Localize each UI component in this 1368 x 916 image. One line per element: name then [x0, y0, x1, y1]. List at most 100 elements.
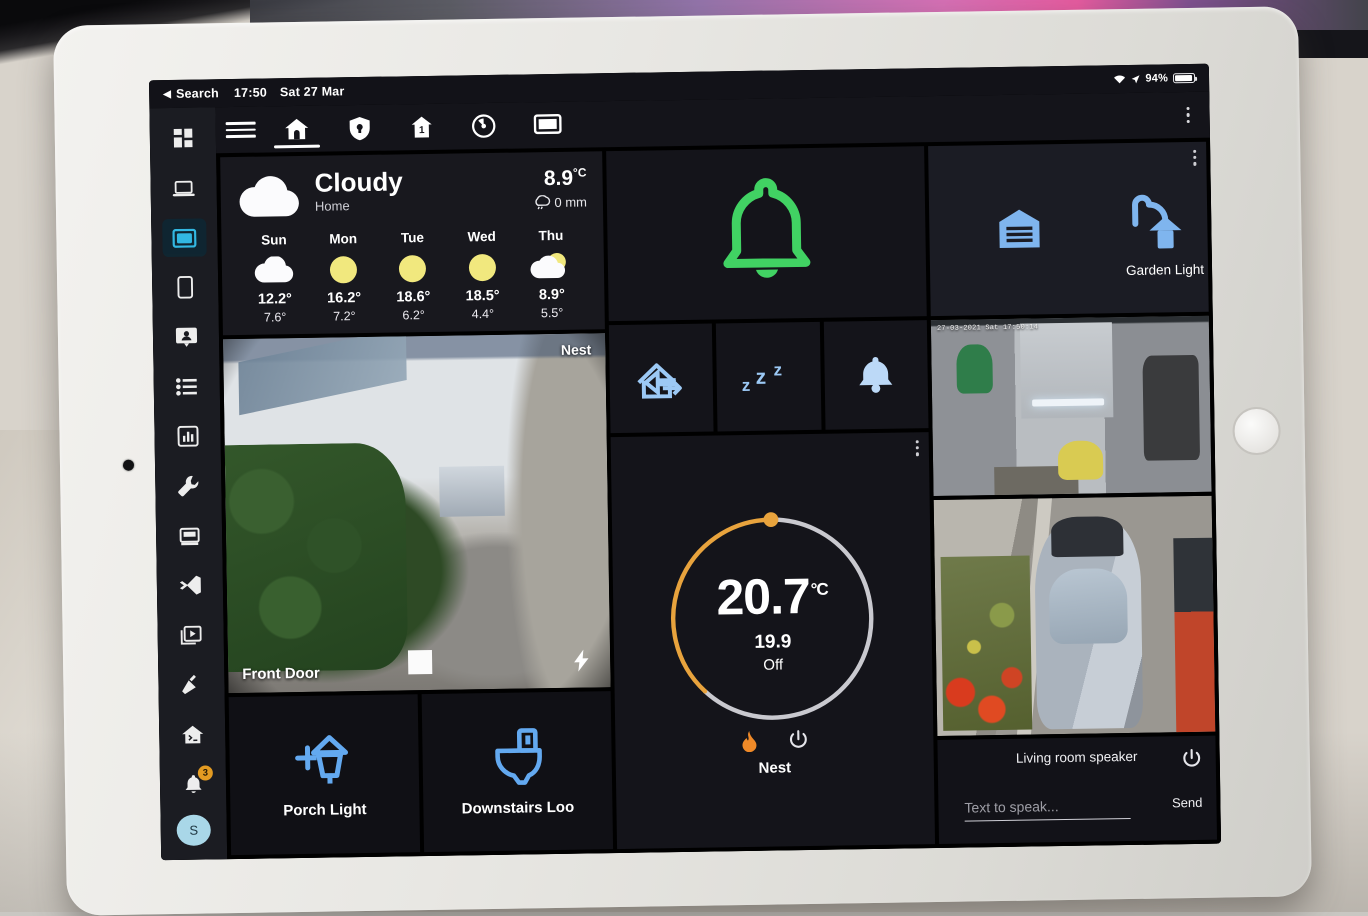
sidebar-item-developer-tools[interactable]	[169, 666, 214, 704]
driveway-camera-image	[933, 495, 1216, 737]
scene-buttons: z z z	[608, 320, 929, 434]
sidebar-item-tablet-dashboard[interactable]	[162, 218, 207, 258]
lightning-bolt-icon[interactable]	[573, 649, 590, 672]
dashboard-content: 1 Cloudy Home 8.9°C 0 mm Sun 12.2° 7.6° …	[215, 91, 1222, 860]
scene-button-doorbell-chime[interactable]	[823, 320, 929, 430]
dashboard-grid: Cloudy Home 8.9°C 0 mm Sun 12.2° 7.6° Mo…	[216, 137, 1222, 860]
bell-solid-icon	[856, 354, 897, 397]
sidebar-item-notifications[interactable]: 3	[171, 765, 216, 803]
speaker-card[interactable]: Living room speaker Send Text to speak..…	[937, 735, 1218, 845]
flame-icon[interactable]	[740, 729, 758, 752]
light-tile-porch-light[interactable]: Porch Light	[228, 694, 421, 856]
sidebar-item-media[interactable]	[168, 616, 213, 654]
svg-text:z: z	[742, 376, 751, 395]
forecast-low: 7.6°	[263, 310, 287, 325]
wall-lantern-icon	[293, 731, 356, 788]
top-bar-overflow-menu[interactable]	[1176, 101, 1200, 129]
garage-door-icon	[995, 204, 1044, 253]
alarm-card[interactable]	[606, 146, 927, 322]
target-temp-unit: °C	[810, 579, 828, 599]
doorbell-camera-card[interactable]: Nest Front Door	[223, 333, 611, 694]
light-tile-label: Downstairs Loo	[461, 798, 575, 818]
hacs-store-icon	[179, 527, 200, 545]
forecast-day-name: Sun	[261, 232, 287, 248]
tab-house-info[interactable]: 1	[403, 104, 440, 151]
svg-text:z: z	[773, 360, 782, 379]
sidebar: 3 S	[149, 107, 228, 861]
left-column: Cloudy Home 8.9°C 0 mm Sun 12.2° 7.6° Mo…	[220, 151, 614, 856]
garage-door-button[interactable]	[995, 204, 1044, 253]
forecast-day: Thu 8.9° 5.5°	[518, 228, 584, 321]
home-export-icon	[635, 356, 688, 401]
weather-forecast: Sun 12.2° 7.6° Mon 16.2° 7.2° Tue 18.6° …	[237, 227, 588, 325]
forecast-high: 18.6°	[396, 288, 431, 306]
light-tile-downstairs-loo[interactable]: Downstairs Loo	[421, 691, 614, 853]
thermostat-overflow-menu[interactable]	[915, 440, 919, 456]
sidebar-item-logbook[interactable]	[164, 368, 209, 406]
sun-icon	[380, 249, 446, 288]
tab-media[interactable]	[527, 102, 568, 149]
garage-camera-card[interactable]: 27-03-2021 Sat 17:50:14	[930, 315, 1212, 497]
forecast-low: 5.5°	[540, 305, 564, 321]
sun-icon	[449, 248, 515, 287]
sidebar-item-terminal-home[interactable]	[170, 715, 215, 753]
sidebar-item-contacts[interactable]	[164, 318, 209, 356]
house-number-icon: 1	[411, 116, 432, 138]
vscode-icon	[179, 576, 201, 596]
send-button[interactable]: Send	[1172, 795, 1203, 810]
status-back-label[interactable]: Search	[176, 86, 219, 101]
partly-cloudy-icon	[519, 247, 585, 286]
scene-button-sleep-mode[interactable]: z z z	[716, 321, 822, 432]
forecast-high: 16.2°	[326, 290, 362, 307]
right-top-overflow-menu[interactable]	[1192, 149, 1197, 166]
outdoor-lamp-icon	[1125, 190, 1204, 257]
power-icon[interactable]	[1182, 748, 1202, 769]
sidebar-item-phone-dashboard[interactable]	[163, 268, 208, 306]
hammer-icon	[182, 675, 196, 695]
phone-icon	[177, 276, 194, 299]
right-top-card: Garden Light	[928, 141, 1209, 317]
svg-text:1: 1	[419, 125, 425, 136]
list-icon	[175, 378, 197, 396]
thermostat-dial[interactable]: 20.7°C 19.9 Off	[662, 507, 883, 728]
sidebar-item-settings[interactable]	[166, 467, 211, 505]
tablet-screen: ◀ Search 17:50 Sat 27 Mar 94% 3 S 1 Clou…	[148, 63, 1222, 861]
toilet-icon	[489, 727, 546, 786]
power-icon[interactable]	[788, 729, 808, 750]
garden-light-button[interactable]: Garden Light	[1125, 190, 1204, 278]
speaker-name: Living room speaker	[1015, 748, 1138, 766]
sidebar-item-history[interactable]	[165, 417, 210, 455]
snapshot-square-icon[interactable]	[407, 649, 432, 675]
driveway-camera-card[interactable]	[933, 495, 1216, 737]
avatar[interactable]: S	[176, 814, 211, 846]
camera-name-label: Front Door	[242, 664, 320, 683]
thermostat-card[interactable]: 20.7°C 19.9 Off Nest	[610, 432, 936, 850]
svg-text:z: z	[755, 366, 766, 389]
forecast-day-name: Tue	[400, 230, 425, 246]
sidebar-item-hacs[interactable]	[167, 517, 212, 555]
cloud-icon	[242, 251, 308, 290]
thermostat-state: Off	[763, 655, 784, 674]
tab-home[interactable]	[277, 106, 316, 153]
garage-camera-image	[930, 315, 1212, 497]
forecast-day-name: Mon	[329, 231, 358, 247]
garden-light-label: Garden Light	[1125, 261, 1205, 279]
sidebar-item-vscode[interactable]	[168, 566, 213, 604]
forecast-day: Mon 16.2° 7.2°	[311, 231, 377, 324]
light-tile-label: Porch Light	[283, 800, 367, 819]
forecast-day: Tue 18.6° 6.2°	[380, 230, 446, 323]
weather-card[interactable]: Cloudy Home 8.9°C 0 mm Sun 12.2° 7.6° Mo…	[220, 151, 605, 336]
sidebar-item-overview[interactable]	[161, 119, 206, 157]
back-arrow-icon[interactable]: ◀	[163, 88, 171, 99]
text-to-speak-input[interactable]: Text to speak...	[964, 797, 1131, 822]
sidebar-item-laptop-dashboard[interactable]	[161, 169, 206, 207]
right-column: Garden Light 27-03-2021 Sat 17:50:14 Liv…	[928, 141, 1218, 845]
rain-cloud-icon	[532, 195, 550, 210]
tablet-home-button[interactable]	[1232, 406, 1281, 456]
forecast-high: 18.5°	[465, 287, 500, 305]
scene-button-away-mode[interactable]	[608, 323, 714, 434]
tab-climate[interactable]	[465, 103, 502, 150]
hamburger-icon[interactable]	[225, 122, 256, 138]
target-temp-value: 20.7	[715, 567, 811, 625]
tab-security[interactable]	[341, 105, 378, 152]
